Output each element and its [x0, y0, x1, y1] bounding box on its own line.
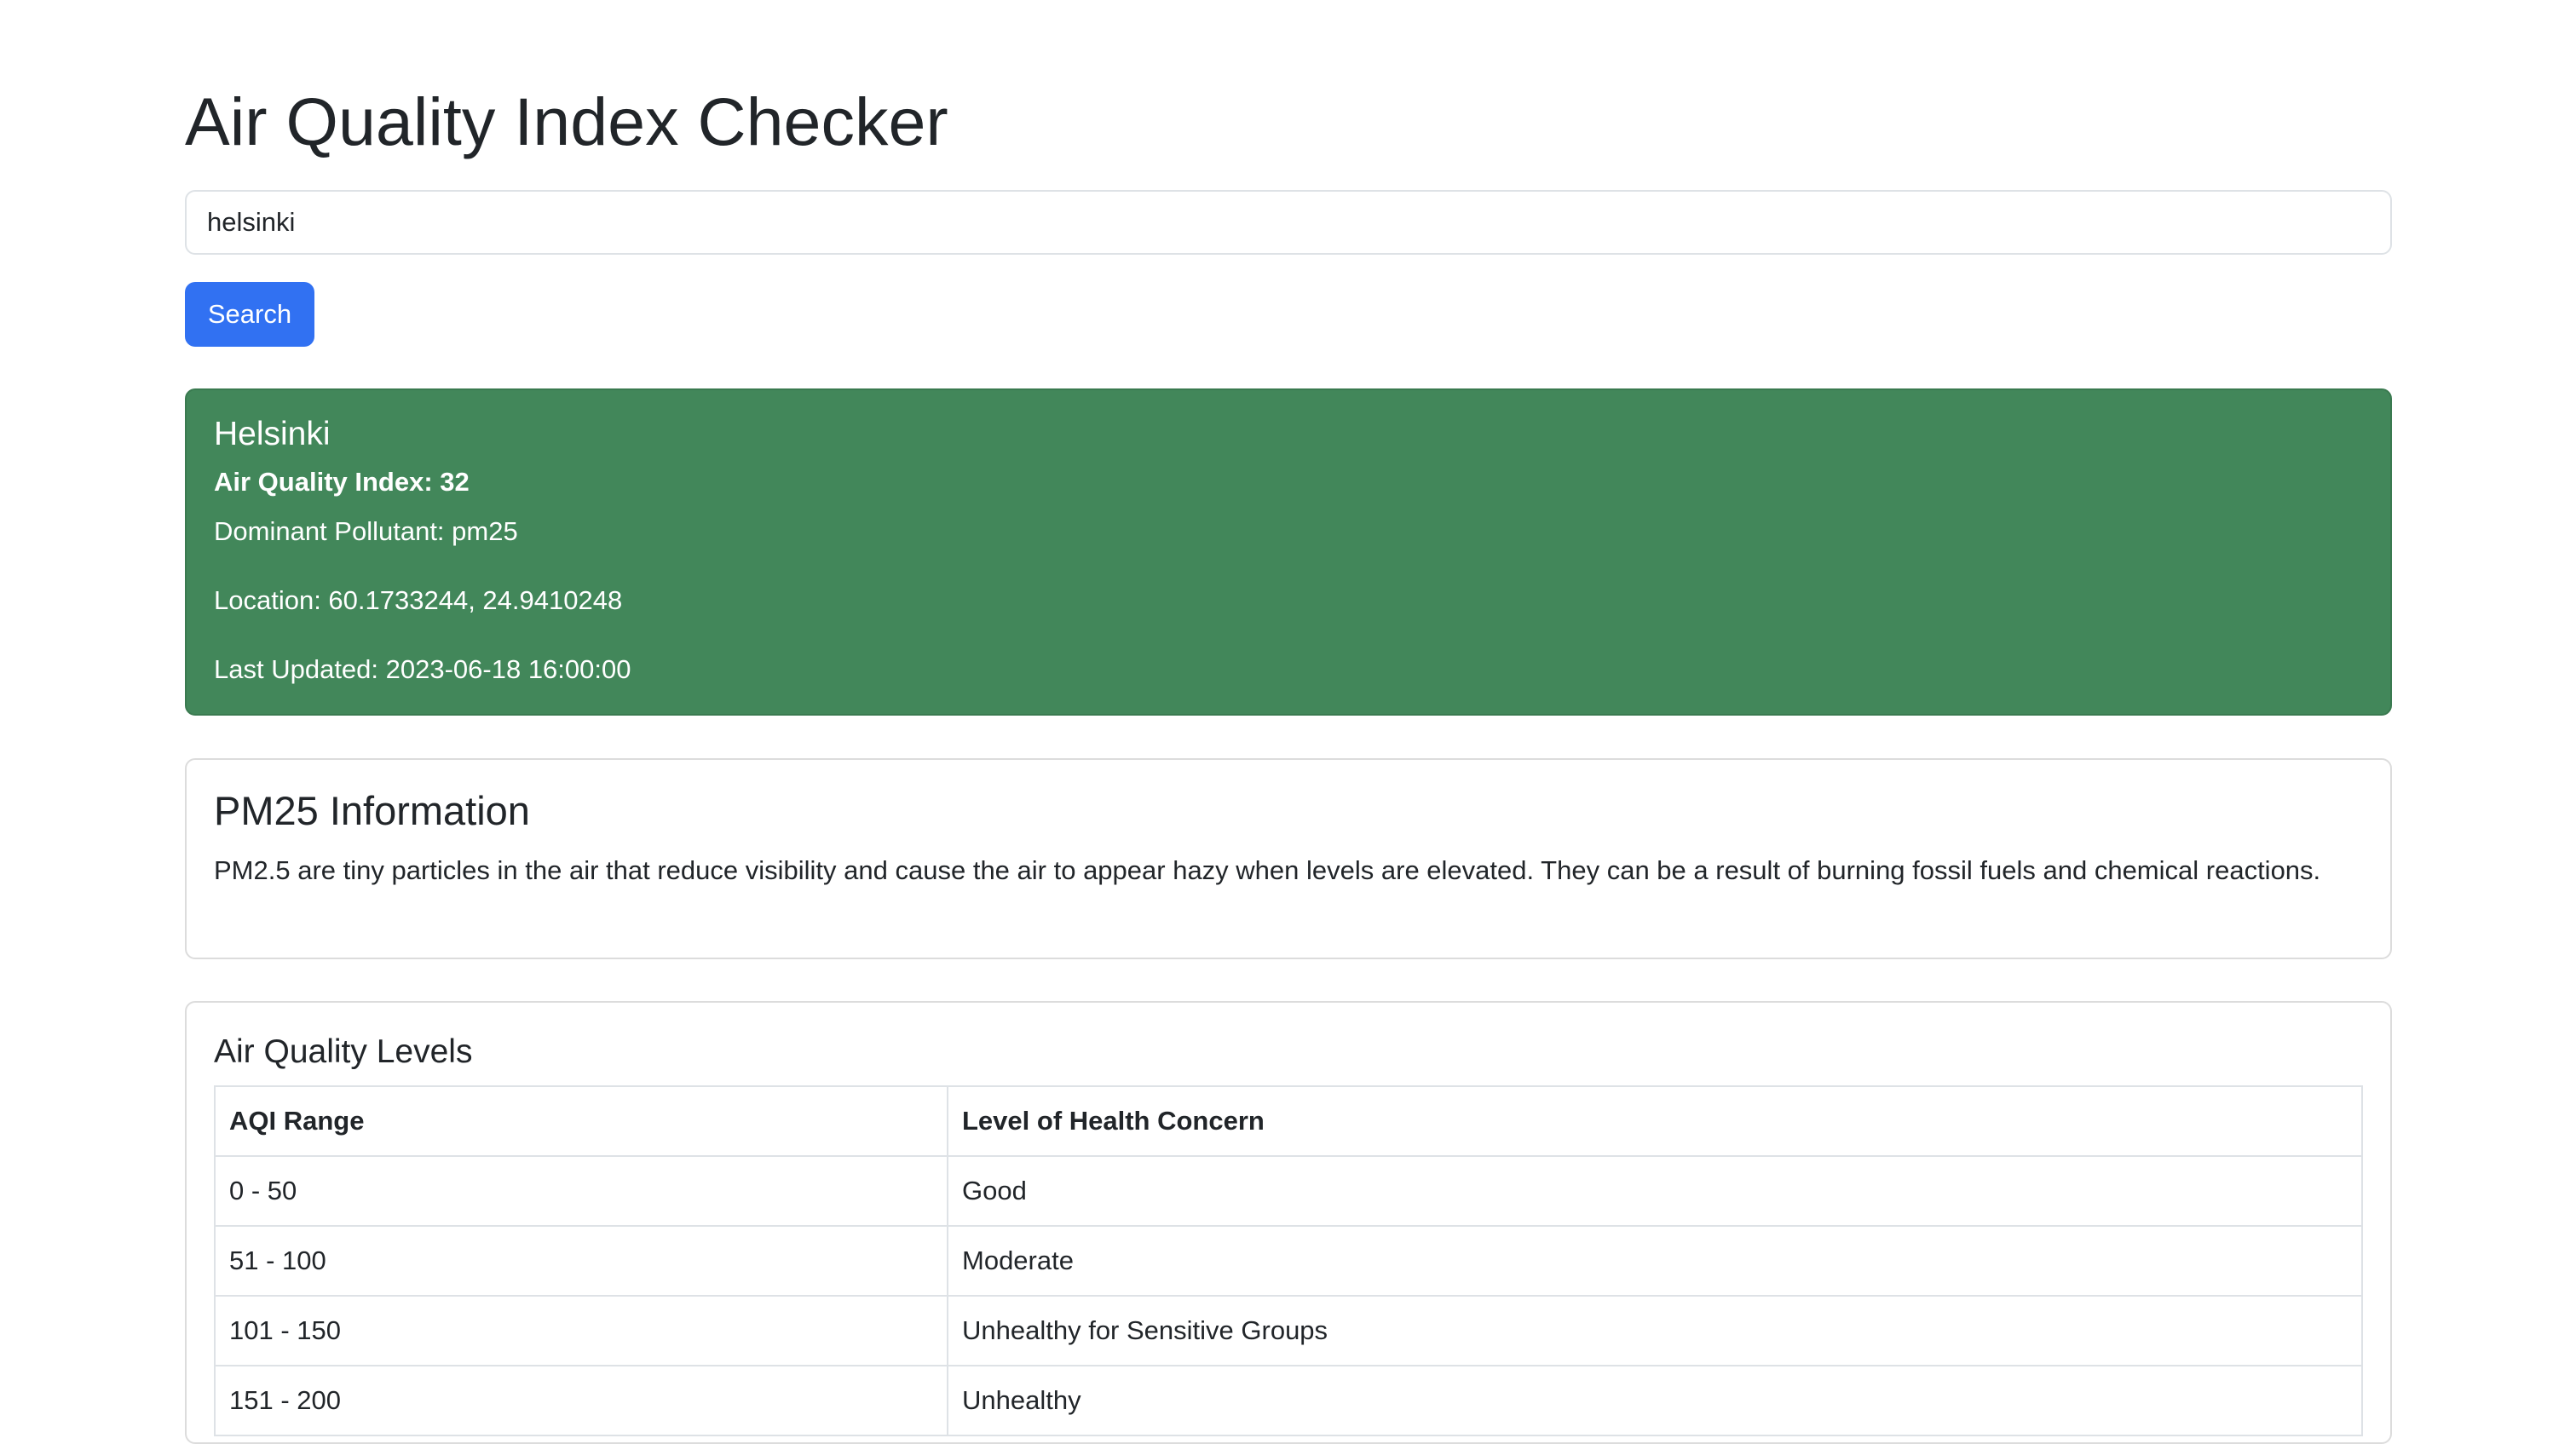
result-dominant-pollutant: Dominant Pollutant: pm25: [214, 516, 518, 546]
page-title: Air Quality Index Checker: [185, 83, 948, 159]
levels-title: Air Quality Levels: [214, 1033, 473, 1070]
health-concern-cell: Unhealthy: [947, 1365, 2363, 1436]
aqi-range-cell: 51 - 100: [214, 1225, 948, 1297]
health-concern-cell: Good: [947, 1155, 2363, 1227]
aqi-result-card: Helsinki Air Quality Index: 32 Dominant …: [185, 388, 2392, 716]
table-header-row: AQI Range Level of Health Concern: [214, 1085, 2363, 1157]
pollutant-info-description: PM2.5 are tiny particles in the air that…: [214, 855, 2321, 885]
result-location: Location: 60.1733244, 24.9410248: [214, 585, 623, 615]
aqi-range-cell: 101 - 150: [214, 1295, 948, 1366]
pollutant-info-card: PM25 Information PM2.5 are tiny particle…: [185, 758, 2392, 959]
header-aqi-range: AQI Range: [214, 1085, 948, 1157]
result-city-name: Helsinki: [214, 416, 331, 452]
table-row: 151 - 200 Unhealthy: [214, 1365, 2363, 1436]
health-concern-cell: Unhealthy for Sensitive Groups: [947, 1295, 2363, 1366]
pollutant-info-title: PM25 Information: [214, 788, 530, 833]
table-row: 101 - 150 Unhealthy for Sensitive Groups: [214, 1295, 2363, 1366]
health-concern-cell: Moderate: [947, 1225, 2363, 1297]
air-quality-levels-card: Air Quality Levels AQI Range Level of He…: [185, 1001, 2392, 1444]
aqi-range-cell: 0 - 50: [214, 1155, 948, 1227]
aqi-range-cell: 151 - 200: [214, 1365, 948, 1436]
search-button[interactable]: Search: [185, 282, 314, 347]
levels-table: AQI Range Level of Health Concern 0 - 50…: [214, 1085, 2363, 1436]
result-aqi-value: Air Quality Index: 32: [214, 467, 470, 497]
header-health-concern: Level of Health Concern: [947, 1085, 2363, 1157]
table-row: 0 - 50 Good: [214, 1155, 2363, 1227]
city-search-input[interactable]: [185, 190, 2392, 255]
table-row: 51 - 100 Moderate: [214, 1225, 2363, 1297]
result-last-updated: Last Updated: 2023-06-18 16:00:00: [214, 654, 631, 684]
